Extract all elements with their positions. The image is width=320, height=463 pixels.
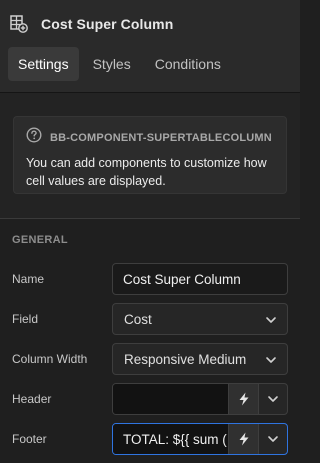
chevron-down-icon (266, 317, 276, 323)
title-row: Cost Super Column (9, 14, 173, 34)
field-select-value: Cost (124, 311, 152, 327)
header-label: Header (12, 392, 52, 406)
chevron-down-icon (268, 436, 278, 442)
field-label: Field (12, 312, 39, 326)
help-circle-icon (26, 127, 42, 148)
info-header: BB-COMPONENT-SUPERTABLECOLUMN (26, 127, 272, 148)
info-section: BB-COMPONENT-SUPERTABLECOLUMN You can ad… (0, 93, 300, 218)
lightning-bolt-icon (239, 432, 248, 446)
footer-input[interactable]: TOTAL: ${{ sum ( (113, 424, 228, 454)
name-label: Name (12, 272, 45, 286)
footer-dropdown-button[interactable] (258, 424, 287, 454)
header-combo (112, 383, 288, 415)
info-description: You can add components to customize how … (26, 156, 267, 188)
tab-bar: Settings Styles Conditions (8, 47, 235, 81)
section-divider (0, 218, 300, 219)
chevron-down-icon (268, 396, 278, 402)
panel-header: Cost Super Column Settings Styles Condit… (0, 0, 300, 92)
footer-binding-button[interactable] (228, 424, 258, 454)
footer-combo: TOTAL: ${{ sum ( (112, 423, 288, 455)
table-add-icon (9, 14, 29, 34)
lightning-bolt-icon (239, 392, 248, 406)
header-dropdown-button[interactable] (258, 384, 287, 414)
component-type-label: BB-COMPONENT-SUPERTABLECOLUMN (50, 131, 272, 144)
header-binding-button[interactable] (228, 384, 258, 414)
column-width-label: Column Width (12, 352, 88, 366)
header-input[interactable] (113, 384, 228, 414)
panel-title: Cost Super Column (41, 16, 174, 32)
info-box: BB-COMPONENT-SUPERTABLECOLUMN You can ad… (13, 116, 287, 194)
tab-styles[interactable]: Styles (83, 47, 141, 81)
tab-conditions[interactable]: Conditions (145, 47, 231, 81)
footer-label: Footer (12, 432, 47, 446)
column-width-select[interactable]: Responsive Medium (112, 343, 288, 375)
field-select[interactable]: Cost (112, 303, 288, 335)
general-section-label: GENERAL (12, 234, 68, 246)
column-width-select-value: Responsive Medium (124, 351, 247, 367)
tab-settings[interactable]: Settings (8, 47, 79, 81)
name-input[interactable]: Cost Super Column (112, 263, 288, 295)
chevron-down-icon (266, 357, 276, 363)
